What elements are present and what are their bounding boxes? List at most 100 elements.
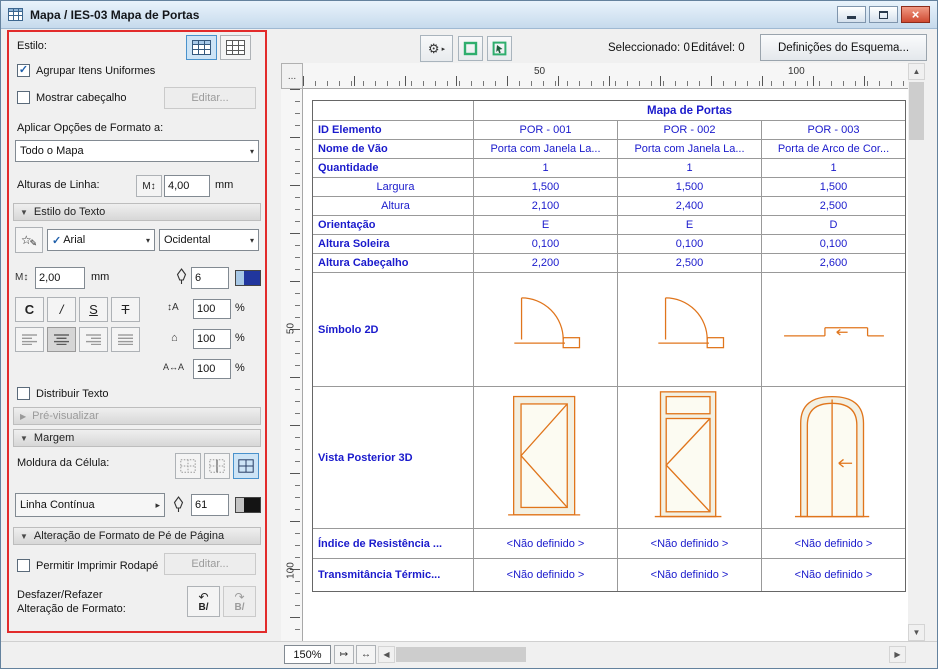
table-cell[interactable]: <Não definido > bbox=[618, 529, 762, 559]
schedule-canvas[interactable]: Mapa de Portas ID Elemento POR - 001 POR… bbox=[303, 89, 908, 641]
bold-button[interactable]: C bbox=[15, 297, 44, 322]
frame-all-button[interactable] bbox=[233, 453, 259, 479]
row-label[interactable]: Índice de Resistência ... bbox=[313, 529, 474, 559]
row-label[interactable]: Altura Cabeçalho bbox=[313, 254, 474, 273]
table-cell[interactable] bbox=[313, 101, 474, 121]
table-cell[interactable]: 0,100 bbox=[618, 235, 762, 254]
ruler-options-button[interactable]: ... bbox=[281, 63, 303, 89]
table-cell[interactable]: Porta de Arco de Cor... bbox=[762, 140, 905, 159]
frame-pen-color-swatch[interactable] bbox=[235, 497, 261, 513]
row-height-input[interactable] bbox=[164, 175, 210, 197]
section-margin[interactable]: ▼ Margem bbox=[13, 429, 261, 447]
align-center-button[interactable] bbox=[47, 327, 76, 352]
favorites-button[interactable]: ☆ ✎ bbox=[15, 227, 43, 253]
row-height-mode-button[interactable]: M ↕ bbox=[136, 175, 162, 197]
allow-print-footer-checkbox[interactable]: Permitir Imprimir Rodapé bbox=[17, 559, 158, 572]
table-cell[interactable]: 1,500 bbox=[618, 178, 762, 197]
vertical-scroll-thumb[interactable] bbox=[909, 82, 924, 140]
show-header-checkbox[interactable]: Mostrar cabeçalho bbox=[17, 91, 127, 104]
group-uniform-items-checkbox[interactable]: ✓ Agrupar Itens Uniformes bbox=[17, 64, 155, 77]
zoom-step-button[interactable]: ↦ bbox=[334, 645, 354, 664]
table-cell[interactable]: 2,500 bbox=[762, 197, 905, 216]
row-sublabel[interactable]: Largura bbox=[313, 178, 474, 197]
close-button[interactable]: × bbox=[901, 6, 930, 23]
section-footer-format[interactable]: ▼ Alteração de Formato de Pé de Página bbox=[13, 527, 261, 545]
format-scope-combo[interactable]: Todo o Mapa ▾ bbox=[15, 140, 259, 162]
row-label[interactable]: ID Elemento bbox=[313, 121, 474, 140]
script-combo[interactable]: Ocidental ▾ bbox=[159, 229, 259, 251]
table-cell[interactable]: E bbox=[618, 216, 762, 235]
row-label[interactable]: Vista Posterior 3D bbox=[313, 387, 474, 529]
table-cell[interactable]: 0,100 bbox=[762, 235, 905, 254]
style-grouped-button[interactable] bbox=[186, 35, 217, 60]
horizontal-scrollbar[interactable] bbox=[395, 646, 889, 663]
settings-menu-button[interactable]: ⚙ ▸ bbox=[420, 35, 453, 62]
undo-format-button[interactable]: ↶ B/ bbox=[187, 586, 220, 617]
align-left-button[interactable] bbox=[15, 327, 44, 352]
select-area-button[interactable] bbox=[458, 36, 483, 61]
table-cell[interactable]: 2,100 bbox=[474, 197, 618, 216]
table-cell[interactable]: 2,400 bbox=[618, 197, 762, 216]
row-label[interactable]: Nome de Vão bbox=[313, 140, 474, 159]
vertical-scrollbar[interactable]: ▲ ▼ bbox=[908, 63, 925, 641]
door-2d-symbol-3[interactable] bbox=[762, 273, 905, 387]
title-bar[interactable]: Mapa / IES-03 Mapa de Portas × bbox=[1, 1, 937, 29]
line-type-popup[interactable]: Linha Contínua ▸ bbox=[15, 493, 165, 517]
frame-none-button[interactable] bbox=[175, 453, 201, 479]
table-cell[interactable]: 1 bbox=[762, 159, 905, 178]
scroll-down-button[interactable]: ▼ bbox=[908, 624, 925, 641]
table-cell[interactable]: 1,500 bbox=[474, 178, 618, 197]
table-cell[interactable]: <Não definido > bbox=[762, 529, 905, 559]
style-flat-button[interactable] bbox=[220, 35, 251, 60]
select-elements-button[interactable] bbox=[487, 36, 512, 61]
row-label[interactable]: Orientação bbox=[313, 216, 474, 235]
table-cell[interactable]: <Não definido > bbox=[618, 559, 762, 591]
table-cell[interactable]: Porta com Janela La... bbox=[618, 140, 762, 159]
table-cell[interactable]: 2,200 bbox=[474, 254, 618, 273]
table-cell[interactable]: D bbox=[762, 216, 905, 235]
table-cell[interactable]: 1 bbox=[618, 159, 762, 178]
frame-vertical-button[interactable] bbox=[204, 453, 230, 479]
table-cell[interactable]: 1,500 bbox=[762, 178, 905, 197]
section-text-style[interactable]: ▼ Estilo do Texto bbox=[13, 203, 261, 221]
row-label[interactable]: Transmitância Térmic... bbox=[313, 559, 474, 591]
char-spacing-input[interactable] bbox=[193, 359, 231, 379]
table-cell[interactable]: E bbox=[474, 216, 618, 235]
text-pen-color-swatch[interactable] bbox=[235, 270, 261, 286]
minimize-button[interactable] bbox=[837, 6, 866, 23]
door-3d-view-3[interactable] bbox=[762, 387, 905, 529]
strikethrough-button[interactable]: T bbox=[111, 297, 140, 322]
distribute-text-checkbox[interactable]: Distribuir Texto bbox=[17, 387, 109, 400]
table-cell[interactable]: <Não definido > bbox=[474, 559, 618, 591]
font-family-combo[interactable]: ✓ Arial ▾ bbox=[47, 229, 155, 251]
table-cell[interactable]: 1 bbox=[474, 159, 618, 178]
row-sublabel[interactable]: Altura bbox=[313, 197, 474, 216]
zoom-level-control[interactable]: 150% bbox=[284, 645, 331, 664]
door-2d-symbol-1[interactable] bbox=[474, 273, 618, 387]
door-2d-symbol-2[interactable] bbox=[618, 273, 762, 387]
table-cell[interactable]: POR - 001 bbox=[474, 121, 618, 140]
row-label[interactable]: Quantidade bbox=[313, 159, 474, 178]
italic-button[interactable]: / bbox=[47, 297, 76, 322]
table-cell[interactable]: 2,500 bbox=[618, 254, 762, 273]
line-spacing-input[interactable] bbox=[193, 299, 231, 319]
table-cell[interactable]: 0,100 bbox=[474, 235, 618, 254]
edit-footer-button[interactable]: Editar... bbox=[164, 553, 256, 575]
scheme-settings-button[interactable]: Definições do Esquema... bbox=[760, 34, 927, 61]
table-cell[interactable]: <Não definido > bbox=[762, 559, 905, 591]
row-label[interactable]: Símbolo 2D bbox=[313, 273, 474, 387]
table-cell[interactable]: 2,600 bbox=[762, 254, 905, 273]
scroll-left-button[interactable]: ◀ bbox=[378, 646, 395, 663]
redo-format-button[interactable]: ↷ B/ bbox=[223, 586, 256, 617]
table-cell[interactable]: Porta com Janela La... bbox=[474, 140, 618, 159]
door-3d-view-1[interactable] bbox=[474, 387, 618, 529]
align-justify-button[interactable] bbox=[111, 327, 140, 352]
scroll-right-button[interactable]: ▶ bbox=[889, 646, 906, 663]
horizontal-scroll-thumb[interactable] bbox=[396, 647, 526, 662]
maximize-button[interactable] bbox=[869, 6, 898, 23]
underline-button[interactable]: S bbox=[79, 297, 108, 322]
paragraph-spacing-input[interactable] bbox=[193, 329, 231, 349]
table-cell[interactable]: <Não definido > bbox=[474, 529, 618, 559]
door-3d-view-2[interactable] bbox=[618, 387, 762, 529]
section-preview[interactable]: ▶ Pré-visualizar bbox=[13, 407, 261, 425]
